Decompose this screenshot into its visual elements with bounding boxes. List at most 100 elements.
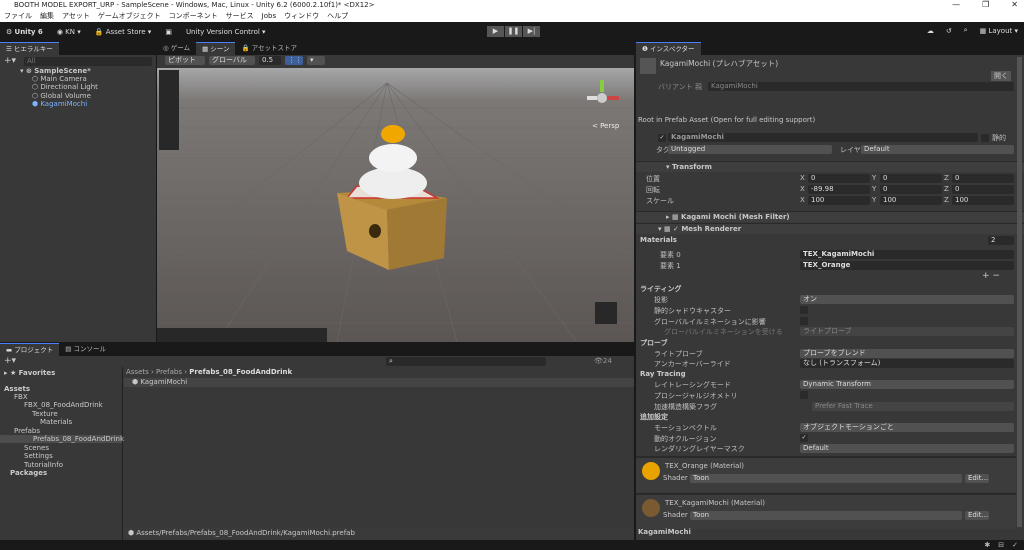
menu-gameobject[interactable]: ゲームオブジェクト — [98, 11, 161, 22]
snap-field[interactable]: 0.5 — [259, 56, 281, 65]
tab-project[interactable]: ▬ プロジェクト — [0, 343, 60, 356]
transform-z-field[interactable]: 100 — [952, 196, 1014, 205]
version-control-dropdown[interactable]: Unity Version Control ▾ — [186, 28, 266, 36]
materials-label[interactable]: Materials — [640, 236, 677, 244]
add-remove-material[interactable]: + − — [982, 271, 1000, 281]
menu-assets[interactable]: アセット — [62, 11, 90, 22]
camera-overlay[interactable] — [595, 302, 617, 324]
transform-y-field[interactable]: 0 — [880, 174, 942, 183]
menu-jobs[interactable]: Jobs — [262, 11, 276, 22]
transform-x-field[interactable]: -89.98 — [808, 185, 870, 194]
ray-tracing-section[interactable]: Ray Tracing — [640, 370, 686, 378]
asset-store-dropdown[interactable]: 🔒 Asset Store ▾ — [95, 28, 152, 36]
favorites[interactable]: ▸ ★ Favorites — [4, 369, 55, 377]
tab-console[interactable]: ▤ コンソール — [59, 343, 112, 356]
menu-component[interactable]: コンポーネント — [169, 11, 218, 22]
tree-fbx-food[interactable]: FBX_08_FoodAndDrink — [24, 401, 103, 409]
open-button[interactable]: 開く — [991, 71, 1011, 81]
tab-inspector[interactable]: ❶ インスペクター — [636, 42, 701, 55]
occlusion-checkbox[interactable]: ✓ — [800, 434, 808, 442]
shader-dropdown[interactable]: Toon — [690, 511, 962, 520]
unity-menu[interactable]: ⚙ Unity 6 — [6, 28, 43, 36]
anchor-field[interactable]: なし (トランスフォーム) — [800, 359, 1014, 368]
menu-help[interactable]: ヘルプ — [327, 11, 348, 22]
close-button[interactable]: ✕ — [1011, 0, 1018, 9]
ray-mode-dropdown[interactable]: Dynamic Transform — [800, 380, 1014, 389]
step-button[interactable]: ▶| — [523, 26, 540, 37]
global-dropdown[interactable]: グローバル — [209, 56, 255, 65]
transform-x-field[interactable]: 0 — [808, 174, 870, 183]
variant-field[interactable]: KagamiMochi — [708, 82, 1014, 91]
materials-count[interactable]: 2 — [988, 236, 1014, 245]
hierarchy-item-selected[interactable]: ⬢ KagamiMochi — [0, 99, 156, 110]
create-button[interactable]: +▾ — [4, 356, 16, 366]
name-field[interactable]: KagamiMochi — [668, 133, 978, 142]
additional-section[interactable]: 追加設定 — [640, 412, 668, 422]
mesh-renderer-header[interactable]: ▾ ▦ ✓ Mesh Renderer — [636, 223, 1024, 234]
package-icon[interactable]: ▣ — [165, 28, 172, 36]
hidden-count[interactable]: 👁24 — [594, 357, 612, 365]
transform-header[interactable]: ▾ Transform — [636, 161, 1024, 172]
tree-packages[interactable]: Packages — [10, 469, 47, 477]
inspector-scrollbar[interactable] — [1017, 57, 1022, 527]
probes-section[interactable]: プローブ — [640, 338, 668, 348]
grid-snap-button[interactable]: ⋮⋮ — [285, 56, 303, 65]
status-check-icon[interactable]: ✓ — [1012, 541, 1018, 549]
maximize-button[interactable]: ❐ — [982, 0, 989, 9]
pivot-dropdown[interactable]: ピボット — [165, 56, 205, 65]
persp-label[interactable]: < Persp — [592, 122, 620, 130]
transform-y-field[interactable]: 0 — [880, 185, 942, 194]
edit-shader-button[interactable]: Edit... — [965, 511, 989, 520]
play-button[interactable]: ▶ — [487, 26, 504, 37]
mesh-filter-header[interactable]: ▸ ▦ Kagami Mochi (Mesh Filter) — [636, 211, 1024, 222]
light-probe-dropdown[interactable]: プローブをブレンド — [800, 349, 1014, 358]
tree-fbx[interactable]: FBX — [14, 393, 28, 401]
history-icon[interactable]: ↺ — [946, 27, 952, 35]
add-button[interactable]: +▾ — [4, 56, 16, 66]
pause-button[interactable]: ❚❚ — [505, 26, 522, 37]
tree-texture[interactable]: Texture — [32, 410, 58, 418]
cast-shadows-dropdown[interactable]: オン — [800, 295, 1014, 304]
transform-z-field[interactable]: 0 — [952, 174, 1014, 183]
cache-icon[interactable]: ⊟ — [998, 541, 1004, 549]
material-slot-1[interactable]: TEX_Orange — [800, 261, 1014, 270]
active-checkbox[interactable]: ✓ — [658, 134, 666, 142]
account-dropdown[interactable]: ◉ KN ▾ — [57, 28, 81, 36]
menu-window[interactable]: ウィンドウ — [284, 11, 319, 22]
project-search[interactable]: ⌕ — [386, 357, 546, 366]
layout-dropdown[interactable]: ▦ Layout ▾ — [980, 27, 1018, 35]
static-shadow-checkbox[interactable] — [800, 306, 808, 314]
tools-overlay[interactable] — [159, 70, 179, 150]
hierarchy-search[interactable]: All — [24, 57, 152, 66]
bottom-overlay[interactable] — [157, 328, 327, 342]
menu-edit[interactable]: 編集 — [40, 11, 54, 22]
edit-shader-button[interactable]: Edit... — [965, 474, 989, 483]
transform-z-field[interactable]: 0 — [952, 185, 1014, 194]
breadcrumb-item[interactable]: Assets — [126, 368, 149, 376]
motion-dropdown[interactable]: オブジェクトモーションごと — [800, 423, 1014, 432]
menu-file[interactable]: ファイル — [4, 11, 32, 22]
static-checkbox[interactable] — [981, 134, 989, 142]
lighting-section[interactable]: ライティング — [640, 284, 681, 294]
transform-x-field[interactable]: 100 — [808, 196, 870, 205]
tree-materials[interactable]: Materials — [40, 418, 72, 426]
tag-dropdown[interactable]: Untagged — [668, 145, 832, 154]
transform-y-field[interactable]: 100 — [880, 196, 942, 205]
shader-dropdown[interactable]: Toon — [690, 474, 962, 483]
snap-settings-button[interactable]: ▾ — [307, 56, 325, 65]
gi-contrib-checkbox[interactable] — [800, 317, 808, 325]
tab-asset-store[interactable]: 🔒 アセットストア — [235, 42, 303, 55]
search-icon[interactable]: ⌕ — [964, 26, 968, 35]
tab-game[interactable]: ◎ ゲーム — [157, 42, 196, 55]
minimize-button[interactable]: — — [952, 0, 960, 9]
scene-viewport[interactable]: < Persp — [157, 68, 634, 342]
asset-item[interactable]: ⬢ KagamiMochi — [124, 378, 634, 387]
cloud-icon[interactable]: ☁ — [927, 27, 934, 35]
mask-dropdown[interactable]: Default — [800, 444, 1014, 453]
tab-hierarchy[interactable]: ☰ ヒエラルキー — [0, 42, 59, 55]
debug-icon[interactable]: ✱ — [984, 541, 990, 549]
material-slot-0[interactable]: TEX_KagamiMochi — [800, 250, 1014, 259]
breadcrumb-item[interactable]: Prefabs_08_FoodAndDrink — [189, 368, 292, 376]
tree-prefabs-food[interactable]: Prefabs_08_FoodAndDrink — [0, 435, 124, 443]
tree-assets[interactable]: Assets — [4, 385, 30, 393]
